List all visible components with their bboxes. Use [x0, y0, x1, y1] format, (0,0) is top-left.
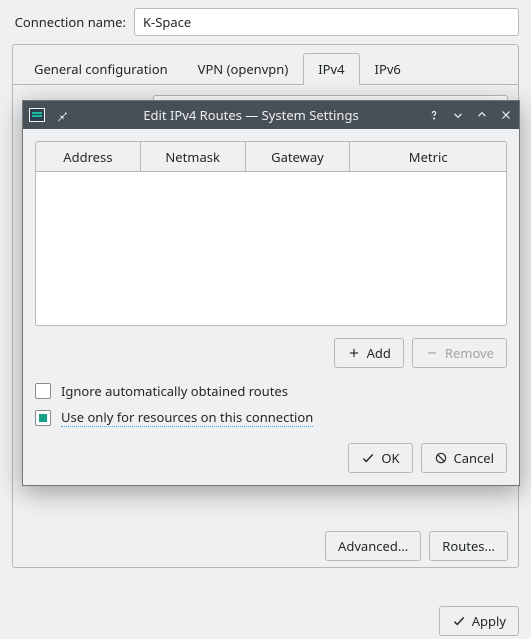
remove-button: Remove: [412, 338, 507, 368]
apply-label: Apply: [472, 612, 506, 630]
minimize-icon[interactable]: [451, 108, 465, 122]
use-only-checkbox[interactable]: Use only for resources on this connectio…: [35, 408, 507, 427]
table-body[interactable]: [36, 172, 506, 326]
pin-icon[interactable]: [55, 108, 69, 122]
add-label: Add: [367, 344, 391, 362]
advanced-button[interactable]: Advanced...: [325, 531, 421, 561]
routes-table[interactable]: Address Netmask Gateway Metric: [35, 141, 507, 326]
cancel-icon: [434, 451, 448, 465]
tab-ipv4[interactable]: IPv4: [303, 53, 359, 85]
apply-button[interactable]: Apply: [439, 606, 519, 636]
tab-ipv6[interactable]: IPv6: [360, 53, 416, 85]
maximize-icon[interactable]: [475, 108, 489, 122]
app-icon: [29, 108, 45, 122]
checkbox-icon: [35, 383, 51, 399]
tab-vpn[interactable]: VPN (openvpn): [183, 53, 304, 85]
check-icon: [361, 451, 375, 465]
use-only-label: Use only for resources on this connectio…: [61, 408, 313, 427]
col-gateway[interactable]: Gateway: [246, 142, 351, 171]
ok-button[interactable]: OK: [348, 443, 412, 473]
remove-label: Remove: [445, 344, 494, 362]
col-netmask[interactable]: Netmask: [141, 142, 246, 171]
cancel-label: Cancel: [454, 449, 494, 467]
routes-button[interactable]: Routes...: [429, 531, 508, 561]
checkbox-checked-icon: [35, 410, 51, 426]
table-header: Address Netmask Gateway Metric: [36, 142, 506, 172]
close-icon[interactable]: [499, 108, 513, 122]
ignore-routes-label: Ignore automatically obtained routes: [61, 382, 288, 400]
tab-general[interactable]: General configuration: [19, 53, 183, 85]
dialog-titlebar[interactable]: Edit IPv4 Routes — System Settings: [23, 101, 519, 129]
connection-name-label: Connection name:: [12, 13, 134, 31]
add-button[interactable]: Add: [334, 338, 404, 368]
ok-label: OK: [381, 449, 399, 467]
edit-routes-dialog: Edit IPv4 Routes — System Settings Addre…: [22, 100, 520, 486]
check-icon: [452, 614, 466, 628]
col-metric[interactable]: Metric: [350, 142, 506, 171]
ignore-routes-checkbox[interactable]: Ignore automatically obtained routes: [35, 382, 507, 400]
help-icon[interactable]: [427, 108, 441, 122]
cancel-button[interactable]: Cancel: [421, 443, 507, 473]
plus-icon: [347, 346, 361, 360]
col-address[interactable]: Address: [36, 142, 141, 171]
connection-name-input[interactable]: [134, 8, 519, 36]
minus-icon: [425, 346, 439, 360]
dialog-title: Edit IPv4 Routes — System Settings: [89, 106, 413, 124]
tab-bar: General configuration VPN (openvpn) IPv4…: [13, 52, 518, 85]
